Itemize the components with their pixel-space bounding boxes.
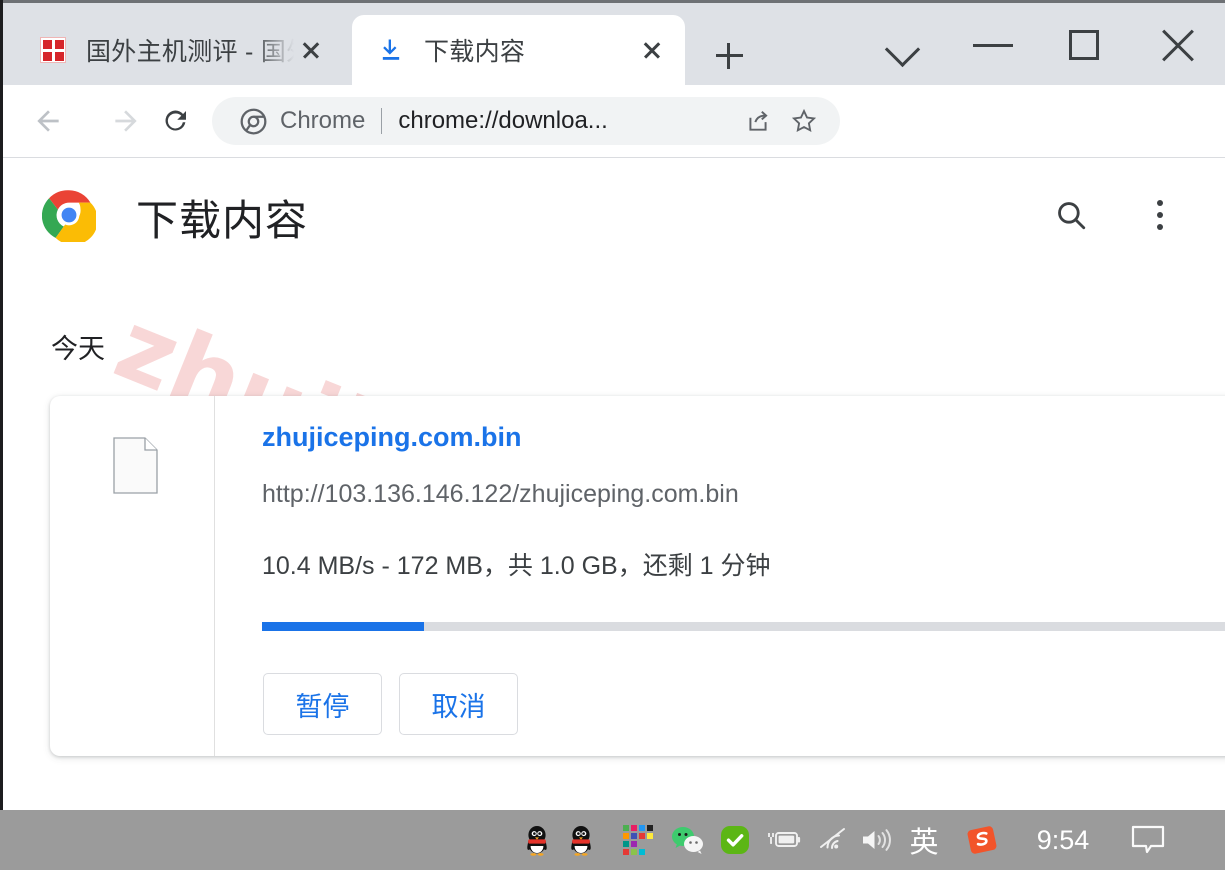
date-group-heading: 今天 xyxy=(51,334,105,364)
maximize-button[interactable] xyxy=(1052,17,1118,73)
red-seal-icon xyxy=(38,35,68,65)
generic-file-icon xyxy=(113,437,158,494)
tab-background[interactable]: 国外主机测评 - 国外 xyxy=(14,15,344,85)
omnibox-scheme-label: Chrome xyxy=(280,107,366,134)
window-left-border xyxy=(0,0,3,810)
download-file-name-link[interactable]: zhujiceping.com.bin xyxy=(262,422,522,453)
search-icon[interactable] xyxy=(1045,189,1097,241)
shield-check-icon[interactable] xyxy=(715,810,755,870)
battery-charging-icon[interactable] xyxy=(762,810,806,870)
download-progress-bar xyxy=(262,622,1225,631)
notification-bubble-icon[interactable] xyxy=(1120,810,1176,870)
tab-search-chevron-down-icon[interactable] xyxy=(870,17,936,73)
reload-icon[interactable] xyxy=(150,95,202,147)
download-source-url: http://103.136.146.122/zhujiceping.com.b… xyxy=(262,480,739,508)
close-window-button[interactable] xyxy=(1145,17,1211,73)
qq-icon[interactable] xyxy=(562,810,600,870)
page-title: 下载内容 xyxy=(136,197,309,244)
sogou-icon[interactable] xyxy=(962,810,1002,870)
forward-arrow-icon[interactable] xyxy=(100,95,152,147)
downloads-header: 下载内容 xyxy=(3,159,1225,259)
download-item-card: zhujiceping.com.bin http://103.136.146.1… xyxy=(50,396,1225,756)
tab-title: 下载内容 xyxy=(424,38,526,66)
cancel-button[interactable]: 取消 xyxy=(399,673,518,735)
chrome-logo-icon xyxy=(41,188,98,245)
browser-toolbar: Chrome chrome://downloa... xyxy=(0,85,1225,219)
download-progress-fill xyxy=(262,622,424,631)
omnibox-url-text[interactable]: chrome://downloa... xyxy=(398,107,738,135)
three-dot-menu-icon[interactable] xyxy=(1135,189,1185,241)
tab-title: 国外主机测评 - 国外 xyxy=(86,38,294,66)
wechat-icon[interactable] xyxy=(668,810,708,870)
qq-icon[interactable] xyxy=(518,810,556,870)
volume-icon[interactable] xyxy=(855,810,899,870)
tab-close-icon[interactable] xyxy=(635,33,669,67)
tab-downloads[interactable]: 下载内容 xyxy=(352,15,685,85)
back-arrow-icon[interactable] xyxy=(22,95,74,147)
tab-close-icon[interactable] xyxy=(294,33,328,67)
omnibox-divider xyxy=(381,108,383,134)
browser-window: 国外主机测评 - 国外 下载内容 Chrome chrome://downloa… xyxy=(0,0,1225,810)
wifi-icon[interactable] xyxy=(812,810,854,870)
star-icon[interactable] xyxy=(784,101,824,141)
pause-button[interactable]: 暂停 xyxy=(263,673,382,735)
download-arrow-icon xyxy=(376,35,406,65)
download-status-text: 10.4 MB/s - 172 MB，共 1.0 GB，还剩 1 分钟 xyxy=(262,552,771,580)
card-divider xyxy=(214,396,215,756)
minimize-button[interactable] xyxy=(960,17,1026,73)
taskbar: 英 9:54 xyxy=(0,810,1225,870)
ime-language-indicator[interactable]: 英 xyxy=(900,810,948,870)
share-icon[interactable] xyxy=(738,101,778,141)
chrome-badge-icon xyxy=(240,108,267,135)
downloads-page: zhujiceping.com 下载内容 xyxy=(3,159,1225,810)
pixel-grid-icon[interactable] xyxy=(620,810,656,870)
address-bar[interactable]: Chrome chrome://downloa... xyxy=(212,97,840,145)
clock[interactable]: 9:54 xyxy=(1020,810,1106,870)
tab-strip: 国外主机测评 - 国外 下载内容 xyxy=(0,3,1225,85)
new-tab-button[interactable] xyxy=(705,35,753,77)
